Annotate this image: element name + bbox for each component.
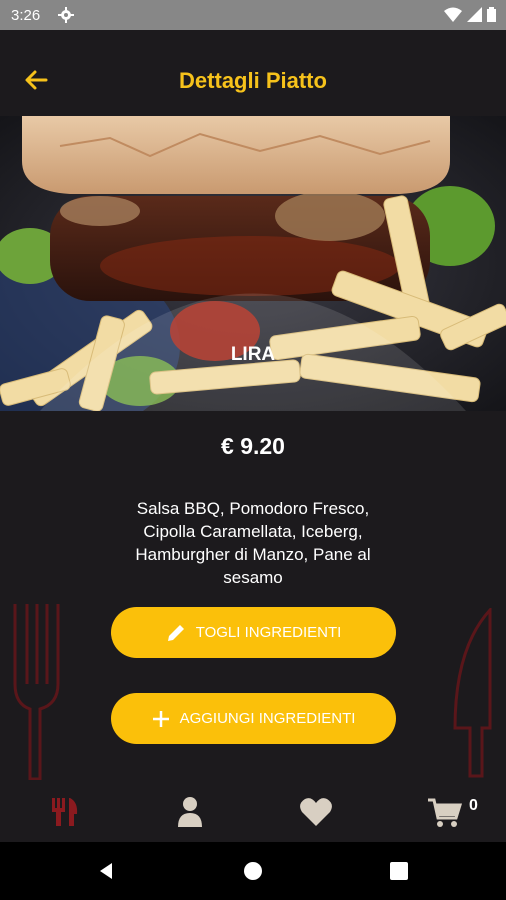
dish-image [0, 116, 506, 411]
remove-ingredients-label: TOGLI INGREDIENTI [195, 624, 342, 641]
nav-favorites-heart-icon[interactable] [298, 794, 334, 830]
bottom-nav: 0 [0, 780, 506, 842]
status-icons [444, 7, 496, 22]
dish-ingredients: Salsa BBQ, Pomodoro Fresco, Cipolla Cara… [135, 499, 371, 587]
system-nav-bar [0, 842, 506, 900]
plus-icon [152, 710, 169, 727]
add-ingredients-label: AGGIUNGI INGREDIENTI [179, 710, 356, 727]
add-ingredients-button[interactable]: AGGIUNGI INGREDIENTI [111, 693, 396, 744]
pencil-icon [167, 624, 184, 641]
system-recents-icon[interactable] [390, 862, 408, 880]
status-bar: 3:26 [0, 0, 506, 30]
app-bar: Dettagli Piatto [0, 30, 506, 116]
status-time: 3:26 [11, 7, 41, 24]
system-back-icon[interactable] [96, 861, 116, 881]
remove-ingredients-button[interactable]: TOGLI INGREDIENTI [111, 607, 396, 658]
dish-price: € 9.20 [221, 433, 285, 459]
signal-icon [467, 7, 482, 22]
settings-gear-icon [58, 7, 74, 27]
cart-count-badge: 0 [469, 797, 478, 814]
wifi-icon [444, 7, 462, 22]
knife-decoration-icon [453, 608, 492, 778]
fork-decoration-icon [13, 604, 60, 781]
system-home-icon[interactable] [243, 861, 263, 881]
nav-cart-icon[interactable] [426, 794, 463, 830]
dish-name: LIRA [230, 344, 276, 365]
nav-profile-user-icon[interactable] [172, 794, 208, 830]
nav-menu-cutlery-icon[interactable] [46, 794, 82, 830]
battery-icon [487, 7, 496, 22]
page-title: Dettagli Piatto [179, 68, 327, 93]
